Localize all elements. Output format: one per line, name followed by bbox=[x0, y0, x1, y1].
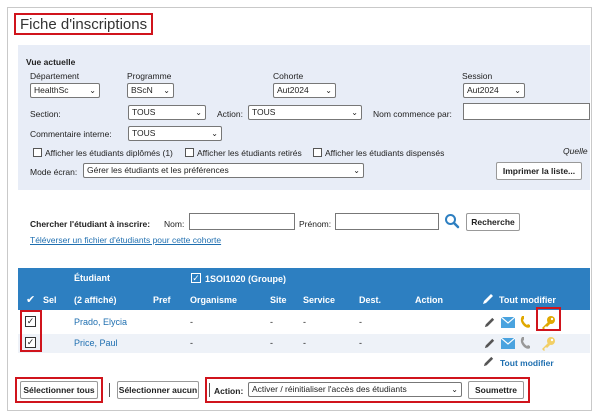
key-icon[interactable] bbox=[540, 336, 556, 351]
chevron-down-icon: ⌄ bbox=[211, 129, 218, 138]
nom-commence-input[interactable] bbox=[463, 103, 590, 120]
student-name-link[interactable]: Price, Paul bbox=[74, 338, 118, 348]
mode-select[interactable]: Gérer les étudiants et les préférences ⌄ bbox=[83, 163, 364, 178]
bottom-action-label: Action: bbox=[214, 386, 244, 396]
chevron-down-icon: ⌄ bbox=[514, 86, 521, 95]
group-checkbox[interactable]: ✓ bbox=[191, 273, 201, 283]
search-heading: Chercher l'étudiant à inscrire: bbox=[30, 219, 151, 229]
pencil-icon[interactable] bbox=[483, 316, 496, 329]
checkbox-retires-label: Afficher les étudiants retirés bbox=[197, 148, 302, 158]
checkbox-dispenses[interactable] bbox=[313, 148, 322, 157]
chevron-down-icon: ⌄ bbox=[451, 385, 458, 394]
checkbox-diplomes-label: Afficher les étudiants diplômés (1) bbox=[45, 148, 173, 158]
col-action: Action bbox=[415, 295, 443, 305]
separator bbox=[209, 383, 210, 397]
programme-label: Programme bbox=[127, 71, 172, 81]
commentaire-select[interactable]: TOUS ⌄ bbox=[128, 126, 222, 141]
col-dest: Dest. bbox=[359, 295, 382, 305]
phone-icon[interactable] bbox=[519, 336, 531, 350]
nom-label: Nom: bbox=[164, 219, 185, 229]
tout-modifier-header[interactable]: Tout modifier bbox=[499, 295, 556, 305]
cell-site: - bbox=[270, 317, 273, 327]
col-etudiant: Étudiant bbox=[74, 273, 110, 283]
nom-commence-label: Nom commence par: bbox=[373, 109, 452, 119]
cell-site: - bbox=[270, 338, 273, 348]
programme-select[interactable]: BScN ⌄ bbox=[127, 83, 174, 98]
chevron-down-icon: ⌄ bbox=[195, 108, 202, 117]
chevron-down-icon: ⌄ bbox=[325, 86, 332, 95]
chevron-down-icon: ⌄ bbox=[351, 108, 358, 117]
commentaire-label: Commentaire interne: bbox=[30, 129, 112, 139]
student-name-link[interactable]: Prado, Elycia bbox=[74, 317, 127, 327]
select-all-button[interactable]: Sélectionner tous bbox=[20, 381, 98, 399]
cell-organisme: - bbox=[190, 338, 193, 348]
col-sel: Sel bbox=[43, 295, 57, 305]
table-row: ✓ Prado, Elycia - - - - bbox=[18, 313, 590, 332]
prenom-label: Prénom: bbox=[299, 219, 332, 229]
table-row: ✓ Price, Paul - - - - bbox=[18, 334, 590, 353]
checkbox-retires[interactable] bbox=[185, 148, 194, 157]
col-pref: Pref bbox=[153, 295, 171, 305]
bottom-action-select[interactable]: Activer / réinitialiser l'accès des étud… bbox=[248, 382, 462, 397]
submit-button[interactable]: Soumettre bbox=[468, 381, 524, 399]
select-none-button[interactable]: Sélectionner aucun bbox=[117, 381, 199, 399]
search-icon[interactable] bbox=[444, 213, 460, 229]
col-count: (2 affiché) bbox=[74, 295, 117, 305]
upload-students-link[interactable]: Téléverser un fichier d'étudiants pour c… bbox=[30, 235, 221, 245]
action-filter-select[interactable]: TOUS ⌄ bbox=[248, 105, 362, 120]
search-button[interactable]: Recherche bbox=[466, 213, 520, 231]
current-view-heading: Vue actuelle bbox=[26, 57, 76, 67]
cohorte-label: Cohorte bbox=[273, 71, 304, 81]
prenom-input[interactable] bbox=[335, 213, 439, 230]
session-select[interactable]: Aut2024 ⌄ bbox=[463, 83, 525, 98]
cell-service: - bbox=[303, 338, 306, 348]
table-header: Étudiant ✓ 1SOI1020 (Groupe) ✔ Sel (2 af… bbox=[18, 268, 590, 310]
nom-input[interactable] bbox=[189, 213, 295, 230]
phone-icon[interactable] bbox=[519, 315, 531, 329]
page-title: Fiche d'inscriptions bbox=[14, 13, 154, 35]
mail-icon[interactable] bbox=[501, 317, 515, 328]
tout-modifier-footer-link[interactable]: Tout modifier bbox=[500, 358, 554, 368]
checkbox-diplomes[interactable] bbox=[33, 148, 42, 157]
group-label: 1SOI1020 (Groupe) bbox=[205, 274, 287, 284]
chevron-down-icon: ⌄ bbox=[353, 166, 360, 175]
chevron-down-icon: ⌄ bbox=[163, 86, 170, 95]
cell-organisme: - bbox=[190, 317, 193, 327]
pencil-icon[interactable] bbox=[481, 292, 495, 306]
col-organisme: Organisme bbox=[190, 295, 238, 305]
pencil-icon[interactable] bbox=[483, 337, 496, 350]
section-select[interactable]: TOUS ⌄ bbox=[128, 105, 206, 120]
mail-icon[interactable] bbox=[501, 338, 515, 349]
departement-label: Département bbox=[30, 71, 80, 81]
select-all-check-icon[interactable]: ✔ bbox=[26, 293, 35, 306]
chevron-down-icon: ⌄ bbox=[89, 86, 96, 95]
key-highlight-box bbox=[536, 307, 561, 331]
print-list-button[interactable]: Imprimer la liste... bbox=[496, 162, 582, 180]
cohorte-select[interactable]: Aut2024 ⌄ bbox=[273, 83, 336, 98]
checkbox-dispenses-label: Afficher les étudiants dispensés bbox=[325, 148, 445, 158]
cell-dest: - bbox=[359, 338, 362, 348]
col-site: Site bbox=[270, 295, 287, 305]
action-filter-label: Action: bbox=[217, 109, 243, 119]
cell-dest: - bbox=[359, 317, 362, 327]
col-service: Service bbox=[303, 295, 336, 305]
departement-select[interactable]: HealthSc ⌄ bbox=[30, 83, 100, 98]
section-label: Section: bbox=[30, 109, 61, 119]
mode-label: Mode écran: bbox=[30, 167, 78, 177]
cell-service: - bbox=[303, 317, 306, 327]
checkbox-highlight-box bbox=[20, 310, 42, 352]
pencil-icon[interactable] bbox=[482, 355, 495, 368]
quelle-partial-text: Quelle bbox=[563, 146, 588, 156]
separator bbox=[109, 383, 110, 397]
session-label: Session bbox=[462, 71, 493, 81]
